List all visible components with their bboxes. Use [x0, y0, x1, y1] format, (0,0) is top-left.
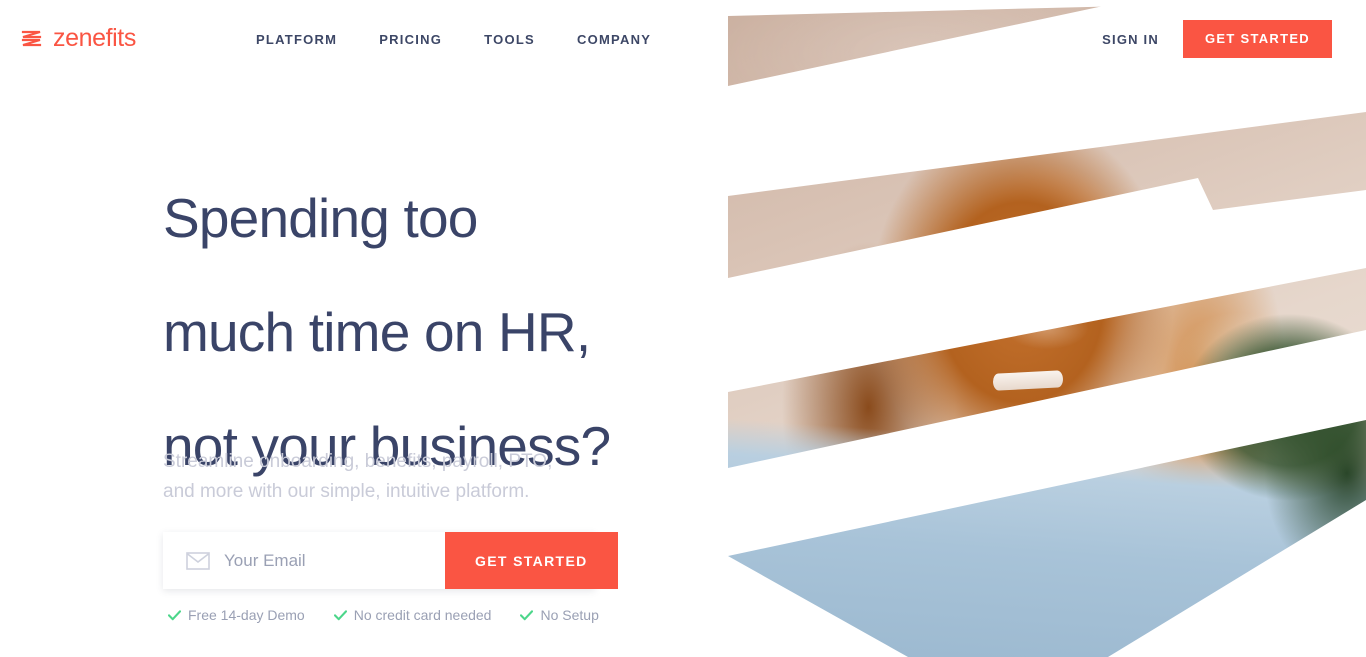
perk-item: No credit card needed	[333, 607, 492, 623]
primary-nav: PLATFORM PRICING TOOLS COMPANY	[256, 32, 651, 47]
perk-label: No credit card needed	[353, 607, 492, 623]
photo-detail-eye-left	[986, 266, 1012, 277]
check-icon	[333, 609, 347, 620]
headline-line-1: Spending too	[163, 187, 478, 249]
nav-item-platform[interactable]: PLATFORM	[256, 32, 337, 47]
page-title: Spending too much time on HR, not your b…	[163, 133, 611, 589]
hero-subheading: Streamline onboarding, benefits, payroll…	[163, 451, 553, 502]
signup-form: GET STARTED	[163, 532, 618, 589]
hero-image	[728, 0, 1366, 657]
header-actions: SIGN IN GET STARTED	[1102, 20, 1332, 58]
site-header: zenefits PLATFORM PRICING TOOLS COMPANY …	[0, 0, 1366, 78]
header-get-started-button[interactable]: GET STARTED	[1182, 20, 1332, 58]
hero-content: Spending too much time on HR, not your b…	[163, 0, 723, 657]
envelope-icon	[186, 551, 210, 570]
check-icon	[520, 609, 534, 620]
brand-name: zenefits	[53, 23, 136, 52]
landing-page: zenefits PLATFORM PRICING TOOLS COMPANY …	[0, 0, 1366, 657]
email-field-wrapper	[163, 532, 445, 589]
email-input[interactable]	[224, 532, 445, 589]
brand-logo[interactable]: zenefits	[20, 23, 256, 53]
hero-photo	[728, 0, 1366, 657]
form-get-started-button[interactable]: GET STARTED	[445, 532, 618, 589]
perk-label: No Setup	[540, 607, 599, 623]
nav-item-company[interactable]: COMPANY	[577, 32, 651, 47]
perks-list: Free 14-day Demo No credit card needed N…	[168, 607, 599, 623]
headline-line-2: much time on HR,	[163, 301, 591, 363]
perk-item: No Setup	[520, 607, 599, 623]
nav-item-tools[interactable]: TOOLS	[484, 32, 535, 47]
sign-in-link[interactable]: SIGN IN	[1102, 32, 1159, 47]
check-icon	[168, 609, 181, 620]
photo-detail-eye-right	[1046, 262, 1072, 273]
perk-item: Free 14-day Demo	[168, 607, 305, 623]
photo-detail-smile	[992, 370, 1064, 391]
perk-label: Free 14-day Demo	[188, 607, 305, 623]
zigzag-z-logo-icon	[21, 30, 42, 47]
nav-item-pricing[interactable]: PRICING	[379, 32, 442, 47]
